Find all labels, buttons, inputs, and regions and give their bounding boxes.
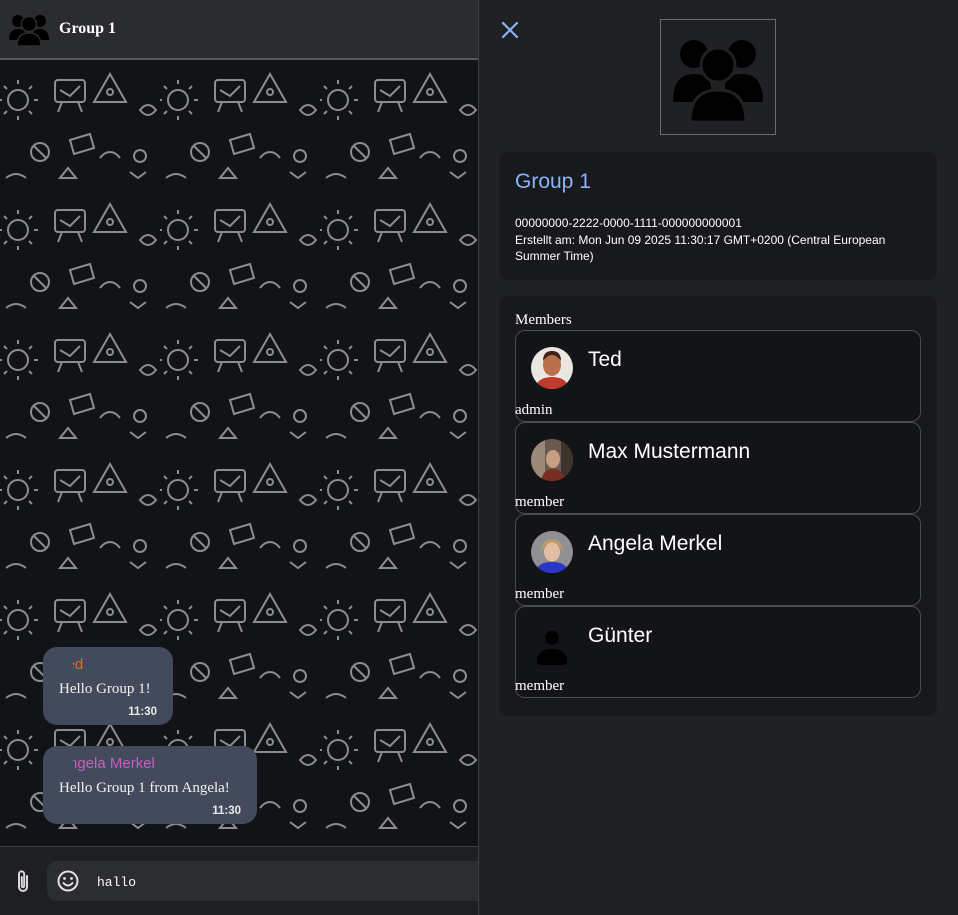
bubble-tail [43, 746, 73, 768]
message-bubble[interactable]: Ted Hello Group 1! 11:30 [43, 647, 173, 725]
member-item-max-mustermann[interactable]: Max Mustermann member [515, 422, 921, 514]
members-card: Members Ted admin Max Mustermann member … [499, 296, 937, 716]
paperclip-icon[interactable] [13, 869, 33, 895]
message-composer [0, 846, 478, 915]
member-item-angela-merkel[interactable]: Angela Merkel member [515, 514, 921, 606]
message-sender: Ted [59, 656, 157, 673]
member-name: Angela Merkel [588, 532, 723, 555]
member-role: member [515, 586, 565, 602]
member-avatar [531, 531, 573, 573]
group-icon [9, 15, 49, 46]
group-id: 00000000-2222-0000-1111-000000000001 [515, 216, 742, 230]
members-title: Members [515, 312, 572, 328]
group-avatar [660, 19, 776, 135]
default-person-icon [531, 623, 573, 665]
member-role: member [515, 678, 565, 694]
bubble-tail [43, 647, 73, 669]
message-time: 11:30 [128, 706, 157, 718]
group-info-panel: Group 1 00000000-2222-0000-1111-00000000… [478, 0, 958, 915]
close-icon[interactable] [500, 20, 520, 40]
message-input[interactable] [95, 869, 478, 895]
member-item-guenter[interactable]: Günter member [515, 606, 921, 698]
group-icon [673, 40, 763, 124]
member-avatar [531, 439, 573, 481]
group-details-card: Group 1 00000000-2222-0000-1111-00000000… [499, 152, 937, 280]
message-sender: Angela Merkel [59, 755, 155, 772]
message-input-wrapper [47, 861, 478, 901]
chat-pane: Group 1 Hello Group 1! 11:30 Angela Merk… [0, 0, 478, 915]
member-role: member [515, 494, 565, 510]
group-created-date: Erstellt am: Mon Jun 09 2025 11:30:17 GM… [515, 233, 886, 263]
member-name: Günter [588, 624, 653, 647]
member-name: Max Mustermann [588, 440, 751, 463]
message-bubble[interactable]: Angela Merkel Hello Group 1 from Angela!… [43, 746, 257, 824]
chat-title: Group 1 [59, 20, 117, 37]
message-text: Hello Group 1 from Angela! [59, 780, 230, 796]
member-item-ted[interactable]: Ted admin [515, 330, 921, 422]
wallpaper-doodle-pattern [0, 60, 478, 846]
member-name: Ted [588, 348, 622, 371]
member-avatar [531, 347, 573, 389]
message-time: 11:30 [212, 805, 241, 817]
chat-header[interactable]: Group 1 [0, 0, 478, 60]
message-text: Hello Group 1! [59, 681, 151, 697]
member-role: admin [515, 402, 553, 418]
group-name: Group 1 [515, 170, 591, 193]
chat-wallpaper: Ted Hello Group 1! 11:30 Angela Merkel H… [0, 60, 478, 846]
emoji-icon[interactable] [57, 870, 79, 892]
